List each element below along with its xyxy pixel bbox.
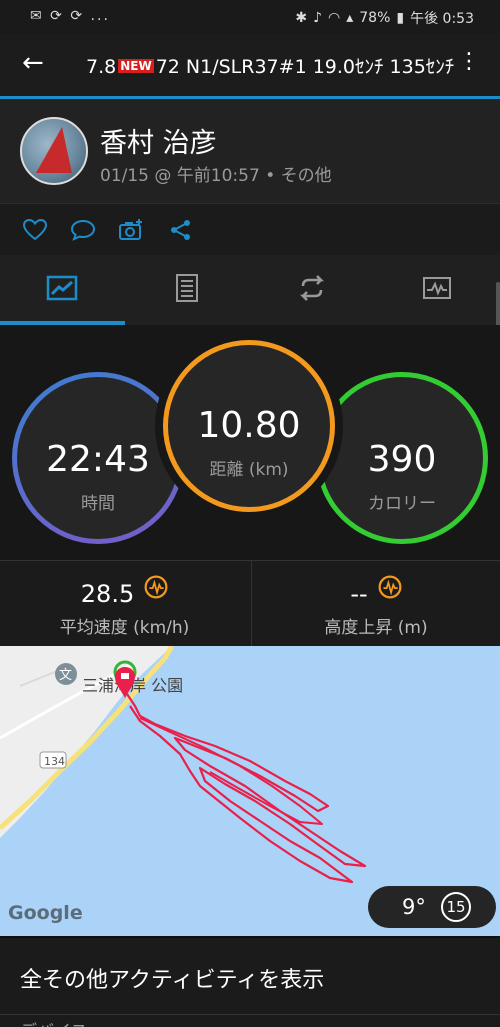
battery-percent: 78%: [359, 10, 391, 26]
status-icons: ✱ ♪ ◠ ▴ 78% ▮ 午後 0:53: [295, 8, 474, 28]
app-bar: ← 7.8 NEW 72 N1/SLR37#1 19.0ｾﾝﾁ 135ｾﾝﾁ ⋮: [0, 34, 500, 96]
like-heart-icon[interactable]: [22, 218, 48, 242]
mute-icon: ♪: [313, 10, 323, 26]
calories-stat-circle: 390 カロリー: [316, 372, 488, 544]
share-icon[interactable]: [168, 218, 194, 242]
wifi-icon: ◠: [328, 10, 341, 26]
windsurf-sail-image: [35, 127, 81, 173]
wind-speed: 15: [441, 892, 471, 922]
calories-value: 390: [367, 439, 437, 480]
distance-label: 距離 (km): [209, 460, 289, 480]
tab-overview-map-icon[interactable]: [45, 273, 79, 303]
bluetooth-icon: ✱: [295, 10, 308, 26]
back-arrow-icon[interactable]: ←: [22, 50, 44, 76]
distance-value: 10.80: [197, 405, 301, 446]
activity-title: 7.8 NEW 72 N1/SLR37#1 19.0ｾﾝﾁ 135ｾﾝﾁ: [86, 52, 454, 79]
calories-label: カロリー: [368, 494, 436, 514]
title-prefix: 7.8: [86, 56, 117, 78]
road-number: 134: [44, 755, 65, 768]
new-badge: NEW: [118, 59, 154, 73]
activity-tabs: [0, 255, 500, 325]
time-stat-circle: 22:43 時間: [12, 372, 184, 544]
elevation-row: --: [252, 575, 500, 608]
comment-icon[interactable]: [70, 218, 96, 242]
elevation-metric[interactable]: -- 高度上昇 (m): [251, 561, 500, 647]
route-map[interactable]: 134 文 三浦海岸 公園 Google 9° 15: [0, 646, 500, 936]
battery-icon: ▮: [396, 10, 405, 26]
temperature: 9°: [402, 895, 426, 919]
user-name[interactable]: 香村 治彦: [100, 121, 217, 160]
avg-speed-value: 28.5: [80, 580, 135, 608]
elevation-value: --: [350, 580, 368, 608]
weather-badge[interactable]: 9° 15: [368, 886, 496, 928]
elevation-info-icon: [378, 575, 402, 599]
device-section: デバイス: [0, 1014, 500, 1027]
status-bar: ✉ ⟳ ⟳ ... ✱ ♪ ◠ ▴ 78% ▮ 午後 0:53: [0, 0, 500, 34]
signal-icon: ▴: [346, 10, 354, 26]
metrics-row: 28.5 平均速度 (km/h) -- 高度上昇 (m): [0, 560, 500, 647]
time-label: 時間: [81, 494, 115, 514]
school-poi-glyph: 文: [59, 668, 72, 683]
tab-charts-icon[interactable]: [420, 273, 454, 303]
time-value: 22:43: [46, 439, 150, 480]
social-actions: [0, 203, 500, 255]
title-suffix: 72 N1/SLR37#1 19.0ｾﾝﾁ 135ｾﾝﾁ: [155, 56, 455, 78]
clock: 午後 0:53: [410, 11, 474, 27]
avg-speed-row: 28.5: [0, 575, 249, 608]
device-label: デバイス: [20, 1017, 88, 1027]
add-photo-icon[interactable]: [118, 218, 144, 242]
avatar[interactable]: [20, 117, 88, 185]
google-logo: Google: [8, 902, 83, 924]
more-options-icon[interactable]: ⋮: [458, 50, 480, 74]
profile-header: 香村 治彦 01/15 @ 午前10:57 • その他: [0, 99, 500, 203]
all-activities-link[interactable]: 全その他アクティビティを表示: [0, 936, 500, 1014]
distance-stat-circle: 10.80 距離 (km): [163, 340, 335, 512]
tab-details-list-icon[interactable]: [170, 273, 204, 303]
tab-laps-icon[interactable]: [295, 273, 329, 303]
gps-track: [126, 693, 367, 884]
speed-info-icon: [144, 575, 168, 599]
avg-speed-metric[interactable]: 28.5 平均速度 (km/h): [0, 561, 249, 647]
avg-speed-label: 平均速度 (km/h): [59, 618, 190, 638]
elevation-label: 高度上昇 (m): [324, 618, 428, 638]
land-area: [0, 646, 172, 838]
activity-meta: 01/15 @ 午前10:57 • その他: [100, 166, 332, 186]
notification-icons: ✉ ⟳ ⟳ ...: [30, 8, 110, 24]
all-activities-label: 全その他アクティビティを表示: [20, 968, 325, 993]
